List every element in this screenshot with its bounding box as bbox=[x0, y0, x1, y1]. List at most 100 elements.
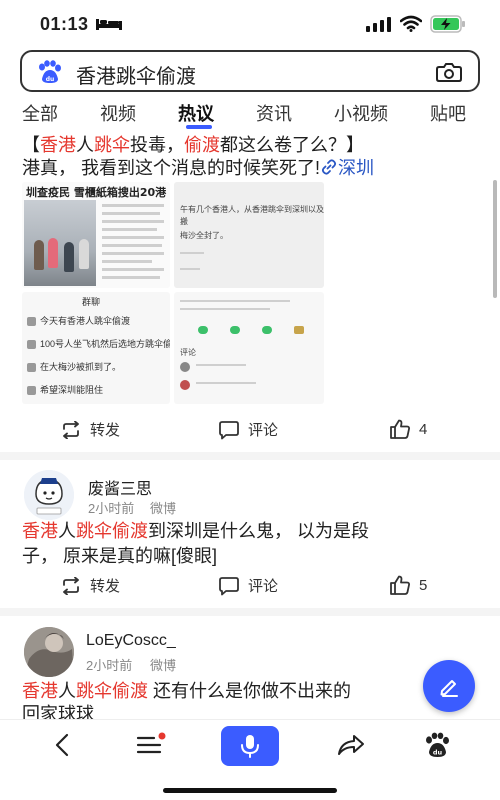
post-divider bbox=[0, 452, 500, 460]
menu-icon[interactable] bbox=[136, 732, 168, 758]
chat-message: 100号人坐飞机然后选地方跳伞偷渡吗? bbox=[27, 337, 170, 350]
text-line bbox=[180, 268, 200, 270]
post-text[interactable]: 香港人跳伞偷渡到深圳是什么鬼， 以为是段 bbox=[22, 518, 482, 544]
text-line bbox=[180, 252, 204, 254]
pencil-icon bbox=[440, 680, 458, 697]
chat-message: 今天有香港人跳伞偷渡 bbox=[27, 314, 130, 327]
chat-message: 希望深圳能阻住 bbox=[27, 383, 103, 396]
back-icon[interactable] bbox=[52, 732, 74, 758]
title-bracket: 【 bbox=[22, 135, 40, 155]
text-highlight: 香港 bbox=[22, 681, 58, 701]
app-icon bbox=[198, 326, 208, 334]
bottom-navigation: du bbox=[0, 720, 500, 800]
repost-button[interactable]: 转发 bbox=[60, 575, 120, 596]
tab-bar: 全部 视频 热议 资讯 小视频 贴吧 bbox=[0, 98, 500, 132]
chat-avatar bbox=[27, 363, 36, 373]
tab-news[interactable]: 资讯 bbox=[256, 100, 292, 126]
svg-text:du: du bbox=[433, 749, 443, 757]
username[interactable]: 废酱三思 bbox=[88, 475, 152, 499]
home-indicator bbox=[163, 788, 337, 793]
like-button[interactable]: 4 bbox=[389, 419, 427, 439]
title-text: 人 bbox=[76, 135, 94, 155]
text-line bbox=[196, 382, 256, 384]
tab-tieba[interactable]: 贴吧 bbox=[430, 100, 466, 126]
avatar[interactable] bbox=[24, 627, 74, 677]
repost-icon bbox=[63, 420, 79, 439]
comment-screenshot-image[interactable]: 评论 bbox=[174, 292, 324, 404]
app-icon bbox=[230, 326, 240, 334]
text-line bbox=[180, 300, 290, 302]
text-plain: 人 bbox=[58, 681, 76, 701]
baidu-home-icon[interactable]: du bbox=[423, 732, 451, 758]
title-highlight: 香港 bbox=[40, 135, 76, 155]
title-text: 投毒， bbox=[130, 135, 184, 155]
text-highlight: 跳伞偷渡 bbox=[76, 681, 148, 701]
photo-figure bbox=[64, 242, 74, 272]
title-text: 都这么卷了么？】 bbox=[220, 135, 364, 155]
post-time: 2小时前 bbox=[88, 501, 135, 516]
tab-short-videos[interactable]: 小视频 bbox=[334, 100, 388, 126]
chat-title: 群聊 bbox=[82, 297, 101, 307]
repost-icon bbox=[63, 576, 79, 595]
avatar[interactable] bbox=[24, 470, 74, 520]
comment-avatar bbox=[180, 380, 190, 390]
text-line bbox=[102, 212, 160, 215]
text-line bbox=[102, 244, 162, 247]
street-photo bbox=[24, 200, 96, 286]
text-highlight: 跳伞偷渡 bbox=[76, 521, 148, 541]
scrollbar[interactable] bbox=[493, 180, 497, 298]
tab-all[interactable]: 全部 bbox=[22, 100, 58, 126]
repost-label: 转发 bbox=[90, 422, 121, 439]
chat-avatar bbox=[27, 317, 36, 327]
chat-message-text: 今天有香港人跳伞偷渡 bbox=[40, 316, 131, 326]
title-highlight: 跳伞 bbox=[94, 135, 130, 155]
camera-icon[interactable] bbox=[436, 61, 462, 83]
newspaper-image[interactable]: 圳查疫民 雪櫃紙箱搜出20港 bbox=[22, 182, 170, 288]
voice-search-button[interactable] bbox=[221, 726, 279, 766]
repost-button[interactable]: 转发 bbox=[60, 419, 120, 440]
post-text-line[interactable]: 回家球球 bbox=[22, 701, 482, 720]
wifi-icon bbox=[400, 15, 422, 32]
comment-icon bbox=[219, 576, 239, 595]
share-icon[interactable] bbox=[336, 732, 366, 758]
thumbs-up-icon bbox=[390, 575, 410, 595]
search-box[interactable]: du 香港跳伞偷渡 bbox=[20, 50, 480, 92]
like-count: 4 bbox=[419, 420, 428, 438]
tab-videos[interactable]: 视频 bbox=[100, 100, 136, 126]
post-body-text: 港真， 我看到这个消息的时候笑死了! bbox=[22, 158, 321, 178]
app-icon bbox=[262, 326, 272, 334]
like-button[interactable]: 5 bbox=[389, 575, 427, 595]
chat-message-text: 希望深圳能阻住 bbox=[40, 385, 104, 395]
chat-message: 在大梅沙被抓到了。 bbox=[27, 360, 121, 373]
text-line bbox=[102, 204, 164, 207]
chat-avatar bbox=[27, 386, 36, 396]
chat-message-text: 100号人坐飞机然后选地方跳伞偷渡吗? bbox=[40, 339, 170, 349]
comment-label: 评论 bbox=[248, 422, 279, 439]
text-line bbox=[102, 260, 152, 263]
text-line bbox=[196, 364, 246, 366]
post-divider bbox=[0, 608, 500, 616]
location-link[interactable]: 深圳 bbox=[338, 158, 374, 178]
post-image-grid[interactable]: 圳查疫民 雪櫃紙箱搜出20港 午有几个香港人，从香港跳伞到深圳以及 搬 梅沙全封… bbox=[22, 182, 324, 404]
comment-button[interactable]: 评论 bbox=[218, 575, 278, 596]
battery-charging-icon bbox=[430, 15, 465, 33]
chat-screenshot-image[interactable]: 群聊 今天有香港人跳伞偷渡 100号人坐飞机然后选地方跳伞偷渡吗? 在大梅沙被抓… bbox=[22, 292, 170, 404]
post-text-line[interactable]: 子， 原来是真的嘛[傻眼] bbox=[22, 543, 482, 569]
username[interactable]: LoEyCoscc_ bbox=[86, 632, 176, 650]
search-input[interactable]: 香港跳伞偷渡 bbox=[76, 60, 196, 89]
comment-avatar bbox=[180, 362, 190, 372]
comment-button[interactable]: 评论 bbox=[218, 419, 278, 440]
signal-icon bbox=[366, 17, 391, 32]
screenshot-comment-label: 评论 bbox=[180, 348, 196, 357]
text-line bbox=[102, 252, 164, 255]
compose-button[interactable] bbox=[423, 660, 475, 712]
comment-label: 评论 bbox=[248, 578, 279, 595]
screenshot-image[interactable]: 午有几个香港人，从香港跳伞到深圳以及 搬 梅沙全封了。 bbox=[174, 182, 324, 288]
avatar-cartoon-icon bbox=[24, 470, 74, 520]
thumbs-up-icon bbox=[390, 419, 410, 439]
status-time: 01:13 bbox=[40, 14, 89, 34]
tab-hot-discussion[interactable]: 热议 bbox=[178, 100, 214, 126]
post-body[interactable]: 港真， 我看到这个消息的时候笑死了! 深圳 bbox=[22, 155, 492, 181]
status-bar: 01:13 bbox=[0, 0, 500, 48]
baidu-paw-icon: du bbox=[39, 60, 61, 83]
